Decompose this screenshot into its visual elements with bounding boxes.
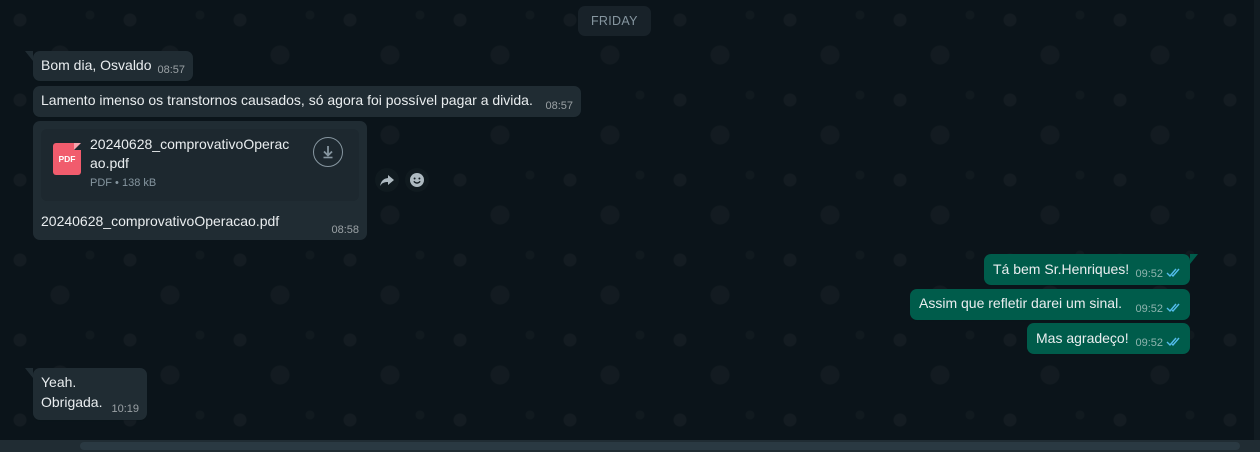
message-text: Lamento imenso os transtornos causados, …: [41, 92, 533, 108]
message-time: 09:52: [1135, 303, 1163, 315]
horizontal-scrollbar[interactable]: [0, 440, 1260, 452]
message-time-group: 09:52: [1135, 302, 1182, 316]
document-caption: 20240628_comprovativoOperacao.pdf: [41, 213, 280, 229]
message-outgoing[interactable]: Tá bem Sr.Henriques! 09:52: [984, 254, 1198, 285]
download-icon: [323, 146, 333, 159]
document-meta: PDF • 138 kB: [90, 177, 157, 189]
message-outgoing[interactable]: Mas agradeço! 09:52: [1027, 323, 1190, 354]
document-file-name-line2: ao.pdf: [90, 155, 129, 171]
message-incoming[interactable]: Bom dia, Osvaldo 08:57: [25, 51, 193, 81]
message-text-line1: Yeah.: [41, 374, 77, 390]
message-time-group: 09:52: [1135, 336, 1182, 350]
document-attachment[interactable]: PDF 20240628_comprovativoOperac ao.pdf P…: [41, 129, 359, 201]
message-text: Mas agradeço!: [1036, 330, 1129, 346]
message-time: 09:52: [1135, 337, 1163, 349]
message-text: Bom dia, Osvaldo: [41, 57, 152, 73]
read-receipt-icon: [1166, 303, 1180, 313]
pdf-icon-label: PDF: [58, 154, 76, 164]
react-button[interactable]: [405, 168, 429, 192]
download-button[interactable]: [313, 137, 343, 167]
message-outgoing[interactable]: Assim que refletir darei um sinal. 09:52: [910, 289, 1190, 320]
message-time-group: 09:52: [1135, 267, 1182, 281]
vertical-scrollbar[interactable]: [1254, 0, 1260, 440]
read-receipt-icon: [1166, 268, 1180, 278]
message-time: 08:58: [331, 224, 359, 236]
message-time: 08:57: [545, 100, 573, 112]
message-incoming[interactable]: Lamento imenso os transtornos causados, …: [33, 86, 581, 117]
message-time: 09:52: [1135, 268, 1163, 280]
message-time: 10:19: [111, 403, 139, 415]
scrollbar-thumb[interactable]: [80, 442, 1240, 450]
date-divider: FRIDAY: [578, 6, 651, 36]
emoji-icon: [410, 173, 424, 187]
forward-icon: [380, 175, 394, 186]
message-text: Tá bem Sr.Henriques!: [993, 261, 1130, 277]
message-text: Assim que refletir darei um sinal.: [919, 295, 1123, 311]
read-receipt-icon: [1166, 337, 1180, 347]
forward-button[interactable]: [375, 168, 399, 192]
document-file-name-line1: 20240628_comprovativoOperac: [90, 136, 290, 152]
pdf-file-icon: PDF: [53, 143, 81, 175]
message-incoming[interactable]: Yeah. Obrigada. 10:19: [25, 368, 147, 420]
document-message[interactable]: PDF 20240628_comprovativoOperac ao.pdf P…: [33, 121, 367, 240]
message-time: 08:57: [157, 64, 185, 76]
message-text-line2: Obrigada.: [41, 394, 103, 410]
document-file-name: 20240628_comprovativoOperac ao.pdf: [90, 135, 306, 173]
